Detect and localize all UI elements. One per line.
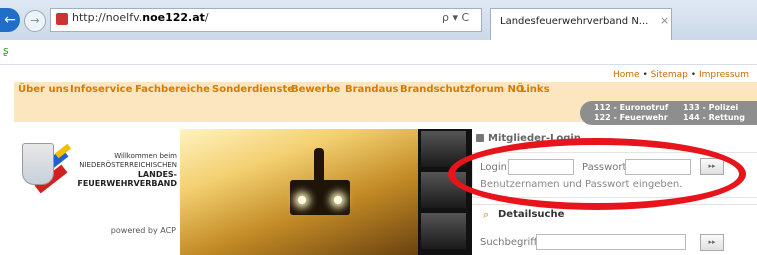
euronotruf-number: 112 - Euronotruf [594, 103, 669, 112]
impressum-link[interactable]: Impressum [699, 70, 749, 80]
emergency-numbers: 112 - Euronotruf 122 - Feuerwehr 133 - P… [580, 101, 757, 125]
nav-item-fachbereiche[interactable]: Fachbereiche [135, 84, 210, 95]
tab-close-icon[interactable]: × [660, 14, 669, 27]
logo-line-1: NIEDERÖSTERREICHISCHEN [79, 161, 177, 169]
nav-item-sonderdienste[interactable]: Sonderdienste [212, 84, 294, 95]
firefighter-silhouette [314, 148, 324, 180]
welcome-text: Willkommen beim [114, 152, 177, 160]
nav-item-links[interactable]: Links [520, 84, 550, 95]
search-icon: ⌕ [483, 208, 490, 221]
site-favicon-icon [56, 13, 68, 25]
logo-line-3: FEUERWEHRVERBAND [77, 179, 177, 188]
forward-button[interactable]: → [24, 10, 46, 32]
search-refresh-icons[interactable]: ρ ▾ C [442, 11, 469, 24]
address-url[interactable]: http://noelfv.noe122.at/ [72, 11, 209, 24]
forward-arrow-icon: → [30, 14, 40, 27]
nav-item-bewerbe[interactable]: Bewerbe [291, 84, 340, 95]
search-label: Suchbegriff: [480, 237, 541, 248]
nav-item-infoservice[interactable]: Infoservice [70, 84, 132, 95]
separator: • [642, 70, 648, 80]
search-button[interactable]: ▸▸ [700, 234, 724, 251]
tab-title[interactable]: Landesfeuerwehrverband N... [500, 16, 648, 27]
nav-item-ueber-uns[interactable]: Über uns [18, 84, 69, 95]
powered-by: powered by ACP [110, 226, 176, 235]
favorites-icon[interactable]: ʂ [3, 44, 9, 57]
rettung-number: 144 - Rettung [683, 113, 745, 122]
lock-icon [476, 134, 484, 142]
truck-headlight [334, 196, 342, 204]
polizei-number: 133 - Polizei [683, 103, 739, 112]
coat-of-arms-icon[interactable] [22, 143, 54, 185]
logo-text[interactable]: Willkommen beim NIEDERÖSTERREICHISCHEN L… [60, 152, 177, 188]
search-input[interactable] [536, 234, 686, 250]
favorites-bar [0, 40, 757, 65]
top-links: Home • Sitemap • Impressum [613, 70, 749, 80]
emergency-right: 133 - Polizei 144 - Rettung [683, 103, 745, 123]
feuerwehr-number: 122 - Feuerwehr [594, 113, 668, 122]
truck-headlight [298, 196, 306, 204]
highlight-ellipse [448, 138, 746, 210]
nav-item-brandaus[interactable]: Brandaus [345, 84, 398, 95]
separator: • [690, 70, 697, 80]
thumbnail-image[interactable] [421, 213, 466, 249]
logo-line-2: LANDES- [137, 170, 177, 179]
home-link[interactable]: Home [613, 70, 640, 80]
search-title: Detailsuche [498, 209, 565, 220]
back-arrow-icon: ← [4, 12, 16, 28]
emergency-left: 112 - Euronotruf 122 - Feuerwehr [594, 103, 668, 123]
nav-item-brandschutzforum[interactable]: Brandschutzforum NÖ [400, 84, 524, 95]
sitemap-link[interactable]: Sitemap [651, 70, 688, 80]
